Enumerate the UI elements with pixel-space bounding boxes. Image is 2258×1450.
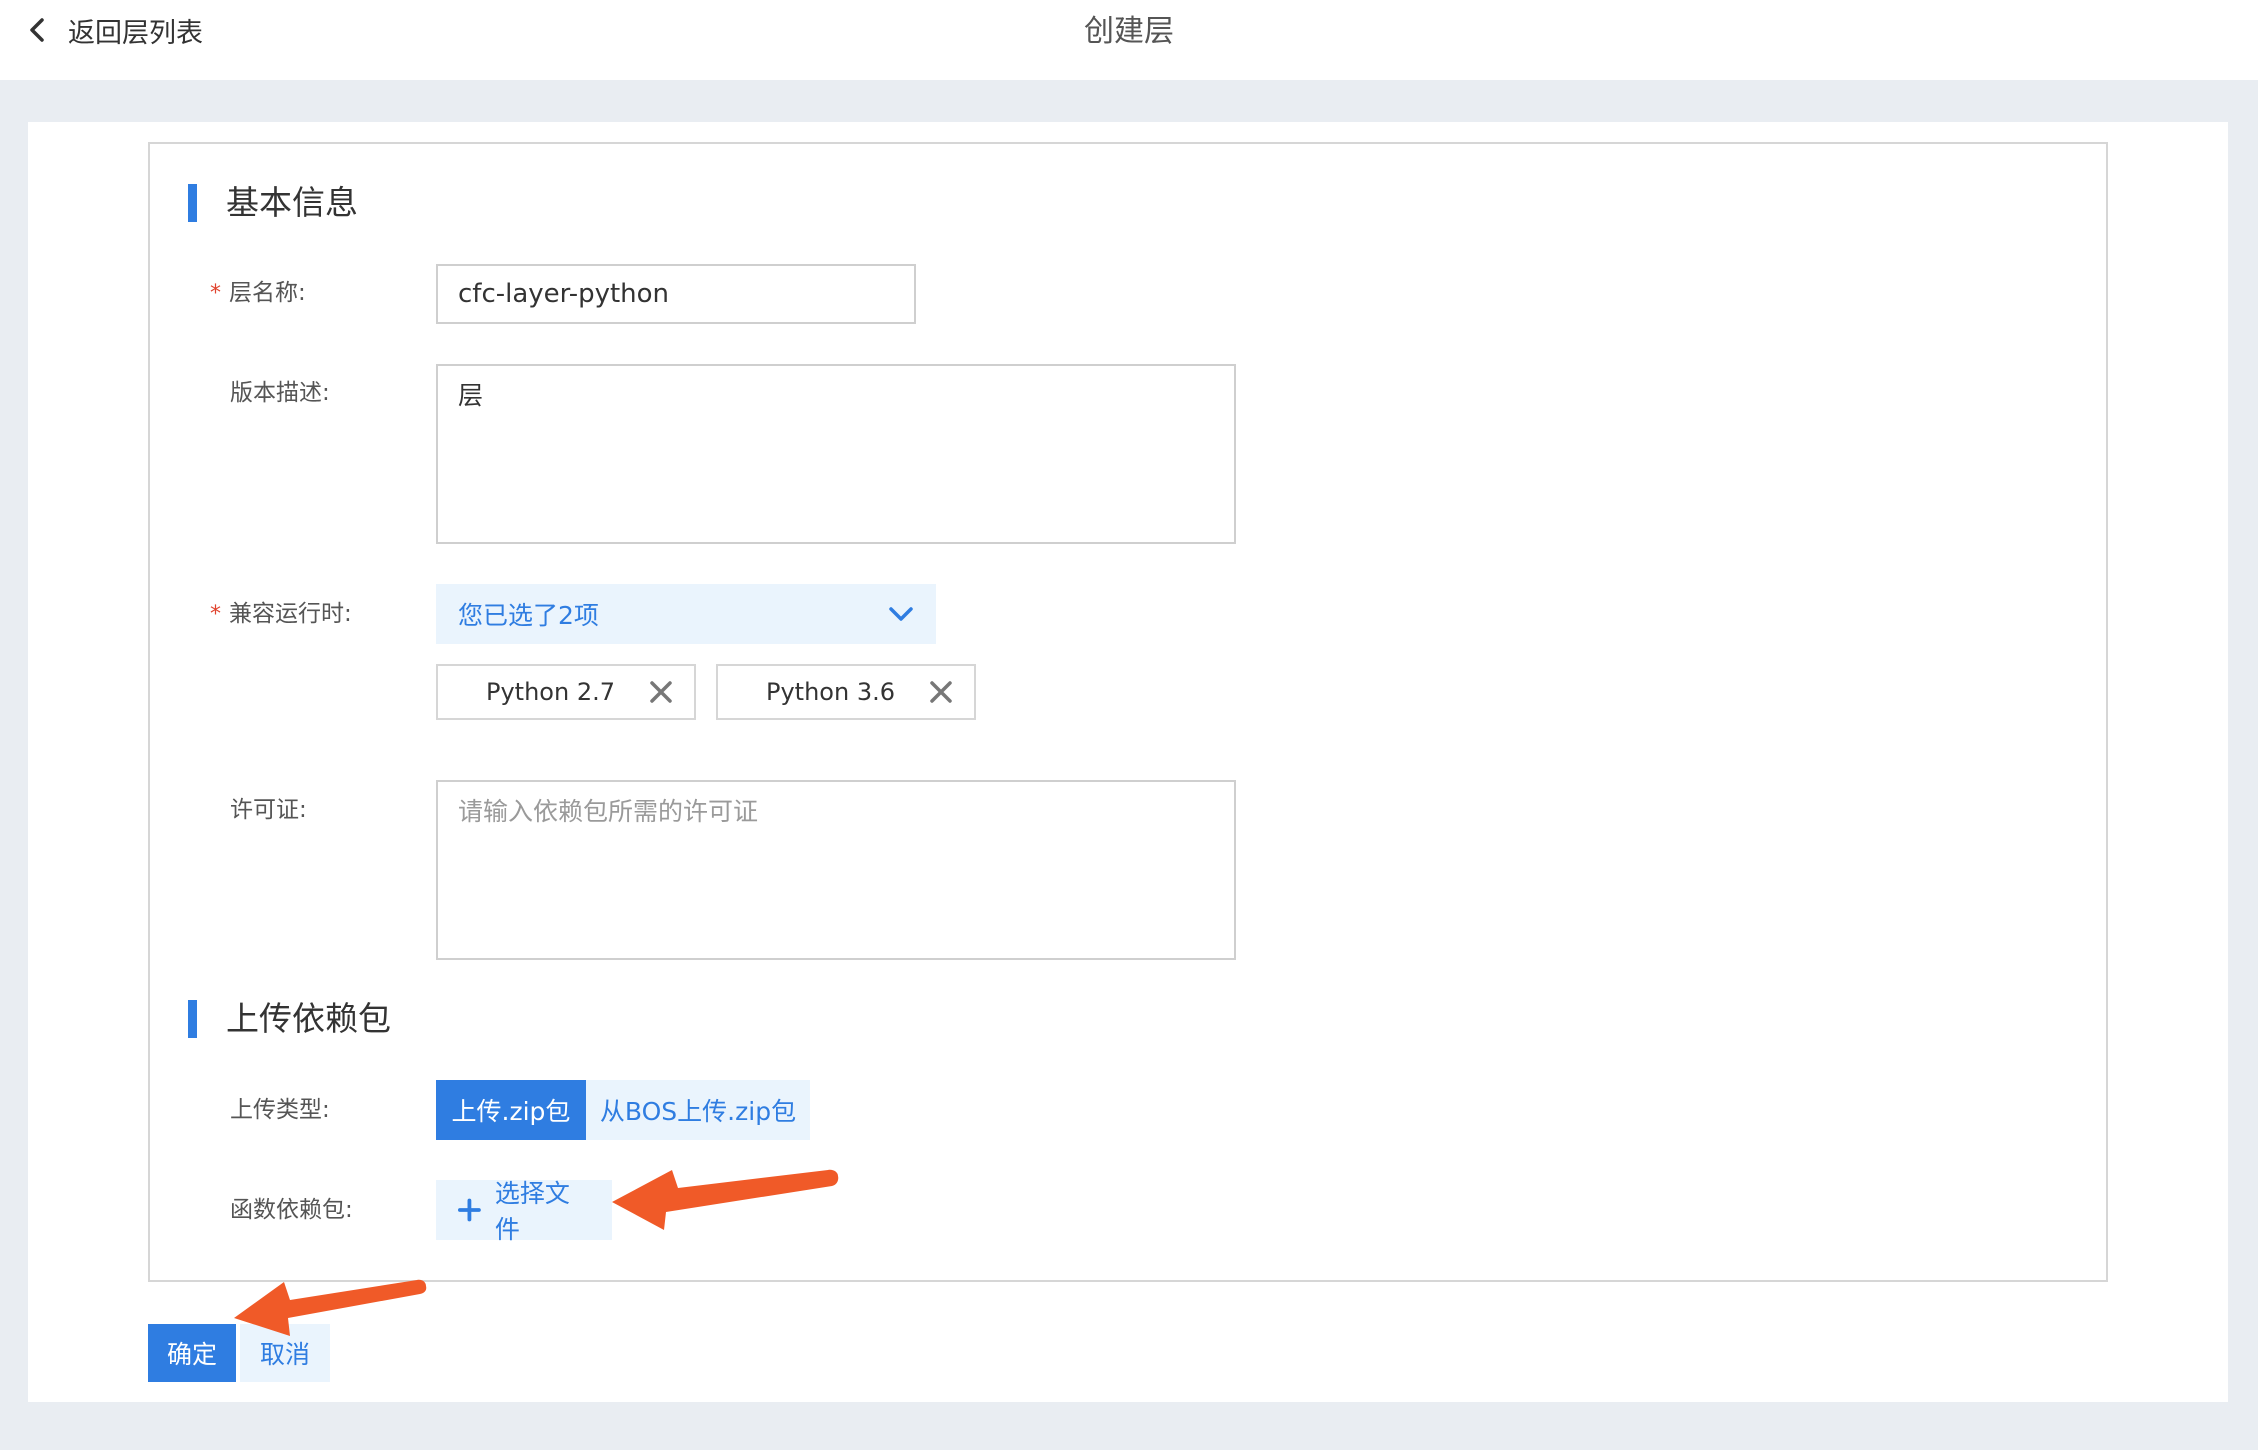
close-icon[interactable]: [928, 679, 954, 705]
layer-name-input[interactable]: cfc-layer-python: [436, 264, 916, 324]
layer-name-label-text: 层名称:: [229, 280, 306, 306]
license-textarea[interactable]: 请输入依赖包所需的许可证: [436, 780, 1236, 960]
license-label: 许可证:: [230, 797, 307, 823]
required-mark: *: [210, 602, 221, 627]
cancel-button[interactable]: 取消: [240, 1324, 330, 1382]
required-mark: *: [210, 281, 221, 306]
runtime-tag-python36: Python 3.6: [716, 664, 976, 720]
version-desc-value: 层: [458, 381, 484, 410]
section-accent-bar: [188, 184, 197, 222]
license-placeholder: 请输入依赖包所需的许可证: [458, 797, 759, 826]
plus-icon: [458, 1198, 481, 1222]
runtime-label: * 兼容运行时:: [210, 594, 352, 634]
close-icon[interactable]: [648, 679, 674, 705]
package-label: 函数依赖包:: [230, 1197, 353, 1223]
runtime-tag-label: Python 3.6: [766, 678, 895, 706]
confirm-button[interactable]: 确定: [148, 1324, 236, 1382]
chevron-down-icon: [889, 607, 913, 621]
choose-file-label: 选择文件: [494, 1179, 570, 1244]
choose-file-button[interactable]: 选择文件: [436, 1179, 612, 1244]
version-desc-textarea[interactable]: 层: [436, 364, 1236, 544]
version-desc-label: 版本描述:: [230, 380, 330, 406]
page-title: 创建层: [1084, 14, 1174, 49]
layer-name-value: cfc-layer-python: [458, 279, 670, 309]
section-accent-bar: [188, 1000, 197, 1038]
upload-type-label: 上传类型:: [230, 1097, 330, 1123]
runtime-tag-python27: Python 2.7: [436, 664, 696, 720]
upload-type-option-zip[interactable]: 上传.zip包: [436, 1080, 586, 1140]
runtime-multiselect[interactable]: 您已选了2项: [436, 584, 936, 644]
runtime-selected-summary: 您已选了2项: [458, 601, 599, 630]
section-title-upload: 上传依赖包: [226, 999, 391, 1038]
upload-type-option-bos[interactable]: 从BOS上传.zip包: [586, 1080, 810, 1140]
layer-name-label: * 层名称:: [210, 273, 306, 313]
section-title-basic-info: 基本信息: [226, 183, 358, 222]
runtime-tag-label: Python 2.7: [486, 678, 615, 706]
runtime-label-text: 兼容运行时:: [229, 601, 352, 627]
